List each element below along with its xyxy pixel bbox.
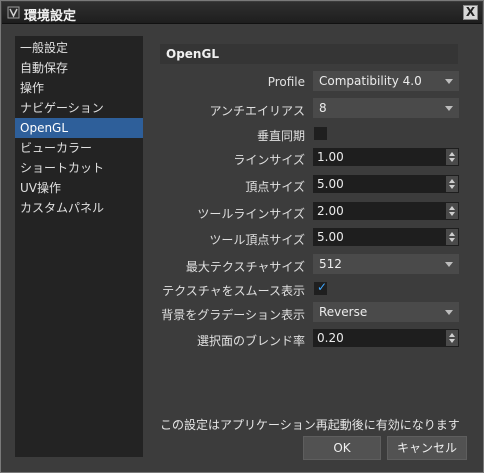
ok-button[interactable]: OK bbox=[303, 436, 381, 460]
vsync-checkbox[interactable] bbox=[314, 127, 327, 140]
antialias-dropdown[interactable]: 8 bbox=[313, 98, 459, 118]
spin-buttons[interactable] bbox=[446, 203, 458, 219]
sidebar-item[interactable]: カスタムパネル bbox=[15, 198, 143, 218]
tool-line-size-label: ツールラインサイズ bbox=[197, 207, 305, 221]
antialias-label: アンチエイリアス bbox=[209, 104, 305, 118]
sidebar-item[interactable]: ショートカット bbox=[15, 158, 143, 178]
chevron-down-icon bbox=[445, 262, 453, 267]
close-icon: X bbox=[465, 5, 476, 19]
close-button[interactable]: X bbox=[463, 5, 478, 20]
checkmark-icon: ✓ bbox=[317, 280, 328, 294]
spin-down-icon[interactable] bbox=[449, 158, 455, 162]
bg-gradient-value: Reverse bbox=[319, 305, 368, 319]
tool-line-size-value: 2.00 bbox=[317, 204, 344, 218]
sidebar-item[interactable]: ビューカラー bbox=[15, 138, 143, 158]
spin-down-icon[interactable] bbox=[449, 185, 455, 189]
vertex-size-value: 5.00 bbox=[317, 177, 344, 191]
spin-up-icon[interactable] bbox=[449, 333, 455, 337]
blend-rate-spinbox[interactable]: 0.20 bbox=[313, 329, 459, 347]
vertex-size-label: 頂点サイズ bbox=[245, 180, 305, 194]
tool-vertex-size-value: 5.00 bbox=[317, 230, 344, 244]
max-texture-size-value: 512 bbox=[319, 257, 342, 271]
blend-rate-label: 選択面のブレンド率 bbox=[196, 334, 305, 348]
spin-down-icon[interactable] bbox=[449, 212, 455, 216]
restart-note: この設定はアプリケーション再起動後に有効になります bbox=[160, 418, 460, 432]
cancel-button[interactable]: キャンセル bbox=[387, 436, 467, 460]
spin-buttons[interactable] bbox=[446, 176, 458, 192]
max-texture-size-dropdown[interactable]: 512 bbox=[313, 254, 459, 274]
vsync-label: 垂直同期 bbox=[256, 129, 305, 143]
vertex-size-spinbox[interactable]: 5.00 bbox=[313, 175, 459, 193]
window-title: 環境設定 bbox=[24, 9, 77, 24]
section-title: OpenGL bbox=[160, 44, 458, 64]
smooth-texture-label: テクスチャをスムース表示 bbox=[162, 284, 305, 298]
chevron-down-icon bbox=[445, 106, 453, 111]
bg-gradient-label: 背景をグラデーション表示 bbox=[161, 308, 305, 322]
profile-label: Profile bbox=[267, 75, 305, 89]
title-bar[interactable]: 環境設定 X bbox=[2, 2, 482, 24]
spin-buttons[interactable] bbox=[446, 149, 458, 165]
tool-vertex-size-label: ツール頂点サイズ bbox=[209, 233, 305, 247]
chevron-down-icon bbox=[445, 310, 453, 315]
line-size-label: ラインサイズ bbox=[233, 153, 305, 167]
smooth-texture-checkbox[interactable]: ✓ bbox=[314, 280, 328, 295]
tool-line-size-spinbox[interactable]: 2.00 bbox=[313, 202, 459, 220]
blend-rate-value: 0.20 bbox=[317, 331, 344, 345]
sidebar-item[interactable]: 一般設定 bbox=[15, 38, 143, 58]
sidebar-item[interactable]: ナビゲーション bbox=[15, 98, 143, 118]
spin-down-icon[interactable] bbox=[449, 339, 455, 343]
app-icon bbox=[7, 6, 20, 19]
category-list: 一般設定 自動保存 操作 ナビゲーション OpenGL ビューカラー ショートカット UV操作… bbox=[15, 36, 143, 457]
preferences-window: 環境設定 X 一般設定 自動保存 操作 ナビゲーション OpenGL ビューカラー ショート… bbox=[0, 0, 484, 473]
profile-value: Compatibility 4.0 bbox=[319, 74, 422, 88]
spin-buttons[interactable] bbox=[446, 330, 458, 346]
spin-down-icon[interactable] bbox=[449, 238, 455, 242]
chevron-down-icon bbox=[445, 79, 453, 84]
line-size-spinbox[interactable]: 1.00 bbox=[313, 148, 459, 166]
profile-dropdown[interactable]: Compatibility 4.0 bbox=[313, 71, 459, 91]
bg-gradient-dropdown[interactable]: Reverse bbox=[313, 302, 459, 322]
sidebar-item[interactable]: UV操作 bbox=[15, 178, 143, 198]
spin-up-icon[interactable] bbox=[449, 179, 455, 183]
tool-vertex-size-spinbox[interactable]: 5.00 bbox=[313, 228, 459, 246]
antialias-value: 8 bbox=[319, 101, 327, 115]
line-size-value: 1.00 bbox=[317, 150, 344, 164]
sidebar-item[interactable]: 操作 bbox=[15, 78, 143, 98]
spin-up-icon[interactable] bbox=[449, 152, 455, 156]
sidebar-item[interactable]: 自動保存 bbox=[15, 58, 143, 78]
spin-buttons[interactable] bbox=[446, 229, 458, 245]
sidebar-item[interactable]: OpenGL bbox=[15, 118, 143, 138]
spin-up-icon[interactable] bbox=[449, 232, 455, 236]
spin-up-icon[interactable] bbox=[449, 206, 455, 210]
max-texture-size-label: 最大テクスチャサイズ bbox=[185, 260, 305, 274]
